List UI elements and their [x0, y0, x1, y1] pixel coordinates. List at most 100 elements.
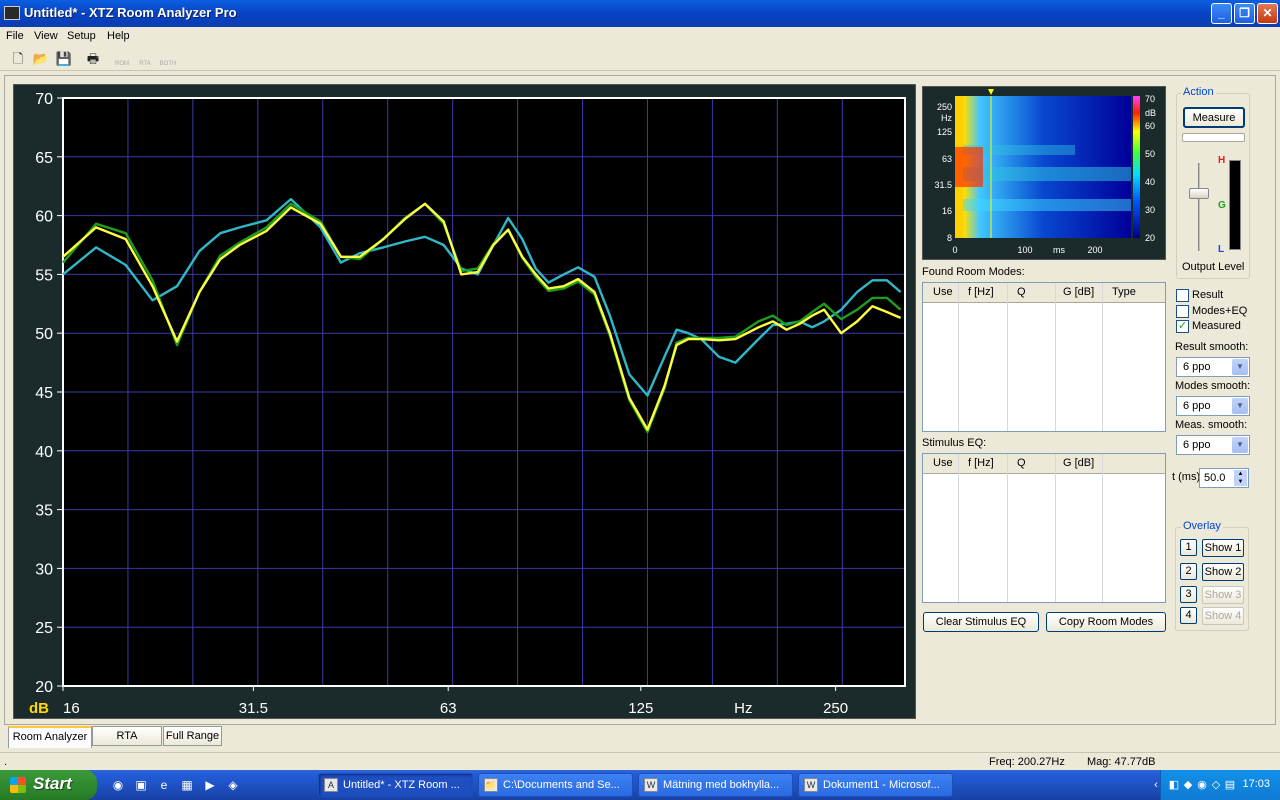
- menu-view[interactable]: View: [34, 30, 58, 42]
- overlay-slot-3-button[interactable]: 3: [1180, 586, 1197, 603]
- open-folder-icon[interactable]: 📂: [32, 50, 50, 68]
- column-divider: [1055, 283, 1056, 431]
- copy-room-modes-button[interactable]: Copy Room Modes: [1046, 612, 1166, 632]
- status-magnitude: Mag: 47.77dB: [1087, 756, 1156, 768]
- y-tick-label: 20: [35, 679, 53, 696]
- column-use[interactable]: Use: [933, 286, 953, 298]
- modes-eq-checkbox-label: Modes+EQ: [1192, 305, 1248, 317]
- time-marker-icon[interactable]: [988, 89, 994, 95]
- maximize-button[interactable]: ❐: [1234, 3, 1255, 24]
- column-gain[interactable]: G [dB]: [1063, 457, 1094, 469]
- room-modes-table[interactable]: Use f [Hz] Q G [dB] Type: [922, 282, 1166, 432]
- tab-rta[interactable]: RTA: [92, 726, 162, 746]
- spectrogram-y-tick: 8: [947, 233, 952, 243]
- y-tick-label: 55: [35, 267, 53, 284]
- tab-full-range[interactable]: Full Range: [163, 726, 222, 746]
- y-tick-label: 40: [35, 444, 53, 461]
- tab-room-analyzer[interactable]: Room Analyzer: [8, 726, 92, 748]
- modes-eq-checkbox[interactable]: [1176, 305, 1189, 318]
- quicklaunch-ie-icon[interactable]: e: [156, 777, 172, 793]
- taskbar-item-explorer[interactable]: 📁 C:\Documents and Se...: [478, 773, 633, 797]
- stimulus-eq-table[interactable]: Use f [Hz] Q G [dB]: [922, 453, 1166, 603]
- color-scale-bar: [1133, 96, 1140, 238]
- quicklaunch-network-icon[interactable]: ◉: [110, 777, 126, 793]
- start-button[interactable]: Start: [0, 770, 97, 800]
- frequency-response-chart[interactable]: 70 65 60 55 50 45 40 35 30 25 20 16 31.5 63 125 250 dB Hz: [15, 86, 914, 717]
- output-level-meter: [1229, 160, 1241, 250]
- tray-volume-icon[interactable]: ◉: [1195, 778, 1209, 792]
- show-overlay-4-button[interactable]: Show 4: [1202, 607, 1244, 625]
- t-ms-spinner[interactable]: 50.0 ▲ ▼: [1199, 468, 1249, 488]
- column-divider: [1102, 454, 1103, 602]
- overlay-slot-4-button[interactable]: 4: [1180, 607, 1197, 624]
- tray-network-icon[interactable]: ◧: [1167, 778, 1181, 792]
- menu-help[interactable]: Help: [107, 30, 130, 42]
- print-icon[interactable]: 🖶: [84, 50, 102, 68]
- quicklaunch-media-icon[interactable]: ▶: [202, 777, 218, 793]
- y-tick-label: 70: [35, 91, 53, 108]
- menu-setup[interactable]: Setup: [67, 30, 96, 42]
- app-icon[interactable]: [4, 6, 20, 20]
- modes-smooth-value: 6 ppo: [1183, 400, 1211, 412]
- folder-icon: 📁: [484, 778, 498, 792]
- y-tick-label: 45: [35, 385, 53, 402]
- taskbar-item-label: Dokument1 - Microsof...: [823, 779, 940, 791]
- y-tick-label: 60: [35, 209, 53, 226]
- taskbar-item-room-analyzer[interactable]: A Untitled* - XTZ Room ...: [318, 773, 473, 797]
- modes-smooth-select[interactable]: 6 ppo ▼: [1176, 396, 1250, 416]
- measure-button[interactable]: Measure: [1183, 107, 1245, 128]
- save-icon[interactable]: 💾: [55, 50, 73, 68]
- show-overlay-2-button[interactable]: Show 2: [1202, 563, 1244, 581]
- show-overlay-1-button[interactable]: Show 1: [1202, 539, 1244, 557]
- column-q[interactable]: Q: [1017, 457, 1026, 469]
- taskbar-item-word-document[interactable]: W Mätning med bokhylla...: [638, 773, 793, 797]
- spin-up-icon[interactable]: ▲: [1234, 470, 1247, 478]
- show-overlay-3-button[interactable]: Show 3: [1202, 586, 1244, 604]
- quicklaunch-tool-icon[interactable]: ◈: [225, 777, 241, 793]
- chevron-down-icon[interactable]: ▼: [1232, 359, 1248, 375]
- column-gain[interactable]: G [dB]: [1063, 286, 1094, 298]
- start-label: Start: [33, 774, 72, 793]
- clear-stimulus-eq-button[interactable]: Clear Stimulus EQ: [923, 612, 1039, 632]
- t-ms-value[interactable]: 50.0: [1204, 472, 1225, 484]
- x-tick-label: 250: [823, 700, 848, 717]
- overlay-slot-2-button[interactable]: 2: [1180, 563, 1197, 580]
- result-checkbox[interactable]: [1176, 289, 1189, 302]
- meter-low-label: L: [1218, 244, 1225, 255]
- tray-display-icon[interactable]: ▤: [1223, 778, 1237, 792]
- x-tick-label: 125: [628, 700, 653, 717]
- new-file-icon[interactable]: 🗋: [9, 50, 27, 68]
- column-frequency[interactable]: f [Hz]: [968, 457, 994, 469]
- meas-smooth-select[interactable]: 6 ppo ▼: [1176, 435, 1250, 455]
- overlay-slot-1-button[interactable]: 1: [1180, 539, 1197, 556]
- menu-bar: File View Setup Help: [0, 27, 1280, 47]
- column-use[interactable]: Use: [933, 457, 953, 469]
- column-type[interactable]: Type: [1112, 286, 1136, 298]
- menu-file[interactable]: File: [6, 30, 24, 42]
- measured-checkbox[interactable]: ✓: [1176, 320, 1189, 333]
- column-divider: [1102, 283, 1103, 431]
- spectrogram-x-tick: 0: [952, 245, 957, 255]
- taskbar-item-word-dokument1[interactable]: W Dokument1 - Microsof...: [798, 773, 953, 797]
- y-tick-label: 35: [35, 503, 53, 520]
- result-smooth-value: 6 ppo: [1183, 361, 1211, 373]
- modes-smooth-label: Modes smooth:: [1175, 380, 1251, 392]
- spin-down-icon[interactable]: ▼: [1234, 478, 1247, 486]
- close-button[interactable]: ✕: [1257, 3, 1278, 24]
- column-divider: [958, 283, 959, 431]
- color-scale-tick: 50: [1145, 149, 1155, 159]
- output-level-track: [1198, 163, 1200, 251]
- column-frequency[interactable]: f [Hz]: [968, 286, 994, 298]
- tray-expand-icon[interactable]: ‹: [1149, 778, 1163, 792]
- quicklaunch-desktop-icon[interactable]: ▣: [133, 777, 149, 793]
- result-smooth-select[interactable]: 6 ppo ▼: [1176, 357, 1250, 377]
- chevron-down-icon[interactable]: ▼: [1232, 437, 1248, 453]
- tray-device-icon[interactable]: ◇: [1209, 778, 1223, 792]
- column-q[interactable]: Q: [1017, 286, 1026, 298]
- quicklaunch-app-icon[interactable]: ▦: [179, 777, 195, 793]
- minimize-button[interactable]: _: [1211, 3, 1232, 24]
- tray-security-icon[interactable]: ◆: [1181, 778, 1195, 792]
- taskbar-item-label: C:\Documents and Se...: [503, 779, 620, 791]
- output-level-slider[interactable]: [1189, 188, 1209, 199]
- chevron-down-icon[interactable]: ▼: [1232, 398, 1248, 414]
